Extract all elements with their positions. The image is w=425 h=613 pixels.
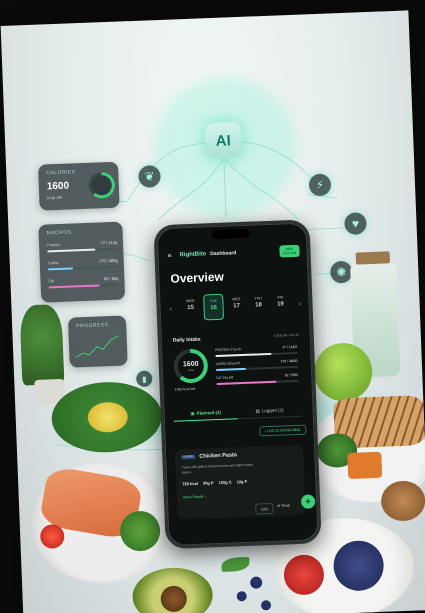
day-date: 16 xyxy=(210,304,218,312)
float-macro-name: Carbs xyxy=(47,260,59,266)
macro-name: PROTEIN 37g left xyxy=(215,347,241,353)
scene-background: AI ❦ ⚡ ♥ ✺ ▮ CALORIES 1600 kcal left MAC… xyxy=(0,0,425,613)
day-thu[interactable]: THU 18 xyxy=(249,292,268,317)
macro-name: CARBS 305g left xyxy=(215,361,240,367)
macro-row: PROTEIN 37g left 77 / 114G xyxy=(215,344,298,360)
log-custom-meal-button[interactable]: + LOG CUSTOM MEAL xyxy=(259,424,307,437)
add-meal-fab[interactable]: + xyxy=(300,494,316,509)
herb-plant xyxy=(19,303,65,386)
poster-photo: AI ❦ ⚡ ♥ ✺ ▮ CALORIES 1600 kcal left MAC… xyxy=(0,10,425,613)
day-name: MON xyxy=(186,298,195,304)
calendar-icon: ▣ xyxy=(190,410,195,416)
day-fri[interactable]: FRI 19 xyxy=(271,291,290,316)
app-header: ≡ RightBite Dashboard 1600 kcal left xyxy=(167,244,300,262)
macro-row: CARBS 305g left 175 / 480G xyxy=(216,359,298,374)
day-mon[interactable]: MON 15 xyxy=(181,295,200,320)
meal-tabs: ▣ Planned (4) ▤ Logged (2) xyxy=(173,402,302,422)
progress-sparkline xyxy=(75,335,119,358)
day-name: TUE xyxy=(209,298,217,304)
day-date: 19 xyxy=(277,301,284,308)
section-title: Dashboard xyxy=(210,250,237,258)
meal-protein: 30g P xyxy=(202,480,214,486)
intake-title: Daily Intake xyxy=(172,336,201,344)
meal-carbs: 120g C xyxy=(218,479,232,486)
page-title: Overview xyxy=(170,269,225,286)
ai-badge: AI xyxy=(204,121,242,160)
float-macro-fill xyxy=(47,267,74,271)
float-macro-track xyxy=(48,283,119,289)
macro-track xyxy=(215,365,298,372)
float-macro-row: Protein 77 / 114g xyxy=(46,239,118,257)
kcal-left-text: 1400 kcal left xyxy=(174,386,196,392)
menu-icon[interactable]: ≡ xyxy=(167,252,175,259)
float-macro-name: Protein xyxy=(46,241,60,248)
meal-fat: 12g F xyxy=(236,478,248,485)
macro-row: FAT 23g left 62 / 85G xyxy=(216,372,299,388)
macro-name: FAT 23g left xyxy=(216,375,234,381)
tab-planned-label: Planned (4) xyxy=(196,409,221,416)
macro-fill xyxy=(216,380,277,386)
float-macro-value: 175 / 480g xyxy=(98,257,118,264)
calorie-ring: 1600 kcal xyxy=(173,348,209,384)
bottle-cap xyxy=(355,251,391,265)
macro-track xyxy=(215,351,298,358)
day-name: THU xyxy=(254,296,262,301)
float-macro-value: 62 / 85g xyxy=(103,275,119,282)
calories-panel-title: CALORIES xyxy=(46,169,76,177)
calories-value: 1600 xyxy=(46,180,70,193)
macro-track xyxy=(216,379,299,386)
calories-ring xyxy=(88,171,116,199)
chevron-right-icon[interactable]: › xyxy=(299,300,302,307)
meal-card[interactable]: DINNER Chicken Pasta Pasta with grilled … xyxy=(175,444,306,520)
show-details-link[interactable]: Show Details ⌄ xyxy=(183,494,207,499)
tab-planned[interactable]: ▣ Planned (4) xyxy=(173,405,238,422)
swap-meal-button[interactable]: ⇄ Swap xyxy=(277,503,290,507)
float-macro-track xyxy=(47,265,118,271)
daily-intake-card: Daily Intake TUESDAY, JUN 16 1600 kcal 1… xyxy=(171,333,301,396)
tab-logged-label: Logged (2) xyxy=(261,407,284,414)
macros-panel: MACROS Protein 77 / 114g Carbs 175 / 480g Fa… xyxy=(38,221,126,303)
meal-type-badge: DINNER xyxy=(181,454,196,460)
meal-nutrients: 750 kcal 30g P 120g C 12g F xyxy=(182,479,247,486)
float-macro-name: Fat xyxy=(48,278,55,284)
phone-screen: ≡ RightBite Dashboard 1600 kcal left Ove… xyxy=(153,219,322,550)
kcal-badge: 1600 kcal left xyxy=(279,244,300,258)
macro-value: 77 / 114G xyxy=(281,344,298,350)
calories-panel: CALORIES 1600 kcal left xyxy=(37,161,120,211)
progress-panel: PROGRESS xyxy=(67,315,128,368)
tab-logged[interactable]: ▤ Logged (2) xyxy=(237,402,302,420)
sweet-potato xyxy=(347,451,383,480)
day-tue[interactable]: TUE 16 xyxy=(203,293,225,321)
calories-sub: kcal left xyxy=(47,194,63,201)
macros-panel-title: MACROS xyxy=(46,229,72,237)
day-name: FRI xyxy=(277,295,284,300)
float-macro-value: 77 / 114g xyxy=(100,239,118,246)
macro-fill xyxy=(215,352,272,358)
app-brand: RightBite xyxy=(179,251,207,259)
phone-notch xyxy=(211,228,250,240)
meal-description: Pasta with grilled chicken breast and li… xyxy=(181,462,254,474)
chevron-left-icon[interactable]: ‹ xyxy=(169,305,172,312)
day-date: 15 xyxy=(187,304,195,312)
day-date: 17 xyxy=(233,303,241,310)
meal-kcal: 750 kcal xyxy=(182,480,199,487)
meal-name: Chicken Pasta xyxy=(199,452,238,460)
float-macro-track xyxy=(47,247,118,253)
float-macro-row: Fat 62 / 85g xyxy=(48,275,119,293)
day-date: 18 xyxy=(255,302,263,309)
log-meal-button[interactable]: LOG xyxy=(255,502,274,515)
macro-value: 62 / 85G xyxy=(284,372,299,378)
intake-date: TUESDAY, JUN 16 xyxy=(273,332,299,338)
macro-value: 175 / 480G xyxy=(280,358,298,364)
macro-fill xyxy=(215,367,246,372)
day-selector: ‹ MON 15 TUE 16 WED 17 THU 18 FRI 19 › xyxy=(169,291,302,322)
plus-icon: + xyxy=(304,495,312,508)
float-macro-fill xyxy=(47,248,95,253)
float-macro-fill xyxy=(48,284,100,289)
ring-unit: kcal xyxy=(188,367,194,372)
float-macro-row: Carbs 175 / 480g xyxy=(48,258,118,275)
day-wed[interactable]: WED 17 xyxy=(227,293,246,318)
clipboard-icon: ▤ xyxy=(255,407,260,414)
day-name: WED xyxy=(232,297,241,302)
